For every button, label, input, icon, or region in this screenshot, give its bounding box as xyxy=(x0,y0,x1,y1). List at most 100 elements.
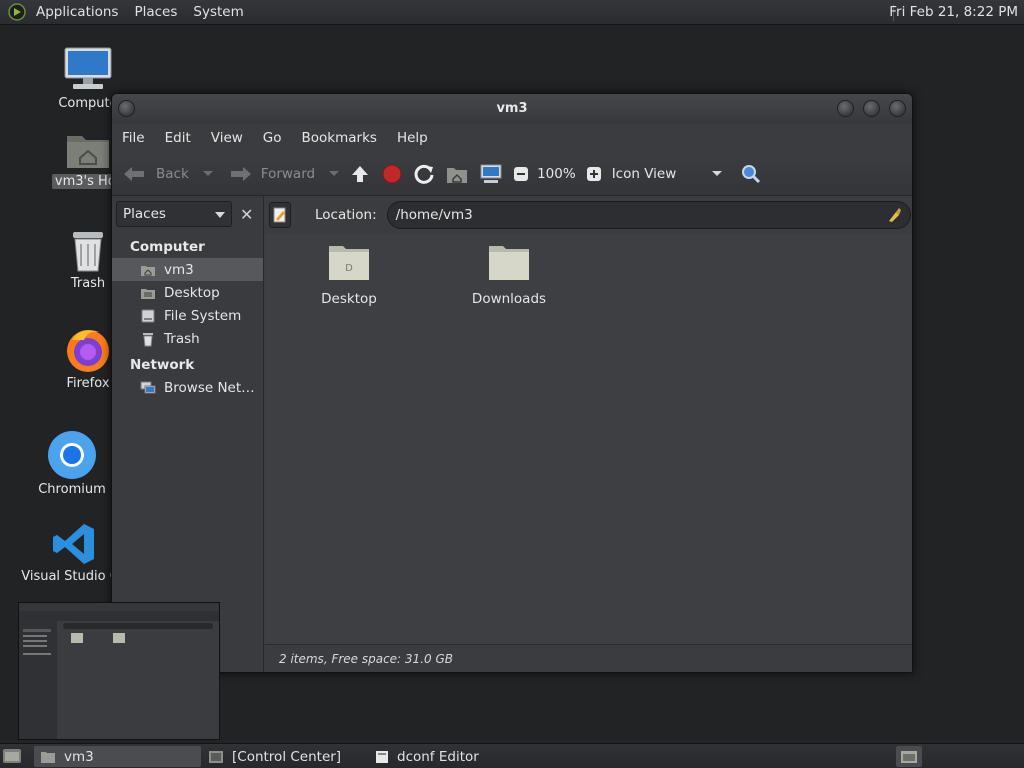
sidebar-close-icon[interactable]: ✕ xyxy=(240,205,253,224)
menu-file[interactable]: File xyxy=(112,130,155,146)
location-toggle-button[interactable] xyxy=(269,202,291,228)
file-item-desktop[interactable]: D Desktop xyxy=(299,240,399,307)
control-center-icon xyxy=(209,750,223,763)
menubar: File Edit View Go Bookmarks Help xyxy=(112,124,912,152)
file-item-label: Desktop xyxy=(321,291,377,307)
sidebar-item-label: Browse Net… xyxy=(164,379,255,396)
reload-button[interactable] xyxy=(413,163,435,185)
forward-button[interactable]: Forward xyxy=(227,164,340,184)
task-vm3[interactable]: vm3 xyxy=(34,746,201,767)
trash-icon xyxy=(73,232,103,272)
window-menu-button[interactable] xyxy=(118,100,135,117)
zoom-level: 100% xyxy=(537,165,576,182)
svg-text:D: D xyxy=(345,263,353,274)
task-label: dconf Editor xyxy=(397,748,479,765)
firefox-icon xyxy=(67,330,109,372)
sidebar-pane-label: Places xyxy=(123,206,166,222)
distro-logo-icon[interactable] xyxy=(8,3,26,21)
view-mode-caret xyxy=(712,171,723,176)
search-icon xyxy=(742,164,761,183)
back-arrow-icon xyxy=(124,166,144,181)
sidebar-item-label: File System xyxy=(164,307,242,324)
chevron-down-icon xyxy=(215,212,225,218)
sidebar-item-label: Trash xyxy=(164,330,200,347)
sidebar-item-trash[interactable]: Trash xyxy=(112,327,263,350)
menu-view[interactable]: View xyxy=(201,130,253,146)
menu-applications[interactable]: Applications xyxy=(28,0,126,25)
toolbar: Back Forward 100% Icon View xyxy=(112,152,912,196)
location-input[interactable]: /home/vm3 xyxy=(386,201,911,229)
show-desktop-button[interactable] xyxy=(2,747,22,768)
back-button[interactable]: Back xyxy=(122,164,213,184)
back-label: Back xyxy=(156,165,189,182)
menu-help[interactable]: Help xyxy=(387,130,438,146)
maximize-button[interactable] xyxy=(863,100,880,117)
file-view[interactable]: D Desktop Downloads xyxy=(265,236,912,644)
file-item-downloads[interactable]: Downloads xyxy=(459,240,559,307)
location-value: /home/vm3 xyxy=(395,207,473,223)
sidebar-item-filesystem[interactable]: File System xyxy=(112,304,263,327)
computer-icon xyxy=(64,47,112,89)
home-folder-icon xyxy=(41,751,55,763)
edit-location-icon xyxy=(273,207,286,223)
zoom-in-icon xyxy=(586,166,601,181)
view-mode-label: Icon View xyxy=(611,165,677,182)
zoom-out-icon xyxy=(514,166,529,181)
dconf-editor-icon xyxy=(376,750,388,763)
file-manager-window[interactable]: vm3 File Edit View Go Bookmarks Help Bac… xyxy=(111,93,913,673)
sidebar-item-vm3[interactable]: vm3 xyxy=(112,258,263,281)
file-item-label: Downloads xyxy=(471,291,547,307)
computer-icon xyxy=(480,164,502,183)
back-history-caret[interactable] xyxy=(202,171,213,176)
sidebar-item-label: Desktop xyxy=(164,284,220,301)
folder-desktop-icon: D xyxy=(329,246,369,280)
menu-edit[interactable]: Edit xyxy=(155,130,201,146)
menu-places[interactable]: Places xyxy=(126,0,185,25)
trash-icon xyxy=(143,332,153,346)
desktop-icon-label: Chromium xyxy=(38,482,106,497)
close-button[interactable] xyxy=(889,100,906,117)
desktop-icon-label: Compute xyxy=(58,96,118,111)
menu-bookmarks[interactable]: Bookmarks xyxy=(292,130,387,146)
forward-label: Forward xyxy=(260,165,316,182)
window-preview-thumbnail[interactable] xyxy=(18,602,220,740)
forward-history-caret[interactable] xyxy=(329,171,340,176)
window-title: vm3 xyxy=(496,101,528,116)
workspace-icon xyxy=(901,750,917,763)
location-bar: Location: /home/vm3 xyxy=(265,196,912,234)
home-folder-icon xyxy=(67,136,109,168)
home-button[interactable] xyxy=(445,163,469,185)
sidebar-item-desktop[interactable]: Desktop xyxy=(112,281,263,304)
forward-arrow-icon xyxy=(230,166,251,181)
top-panel: Applications Places System Fri Feb 21, 8… xyxy=(0,0,1024,25)
sidebar-item-browse-network[interactable]: Browse Net… xyxy=(112,376,263,399)
sidebar-section-network: Network xyxy=(130,357,195,373)
sidebar-pane-select[interactable]: Places xyxy=(116,201,232,227)
menu-system[interactable]: System xyxy=(185,0,251,25)
clear-location-icon[interactable] xyxy=(886,207,902,223)
view-mode-select[interactable]: Icon View xyxy=(612,166,723,182)
desktop-icon-label: Firefox xyxy=(66,376,110,391)
desktop-icon-label: Trash xyxy=(70,276,106,291)
minimize-button[interactable] xyxy=(837,100,854,117)
up-button[interactable] xyxy=(349,163,371,185)
show-desktop-icon xyxy=(3,749,21,763)
workspace-switcher[interactable] xyxy=(896,746,922,767)
computer-button[interactable] xyxy=(479,163,503,185)
search-button[interactable] xyxy=(740,163,762,185)
task-dconf-editor[interactable]: dconf Editor xyxy=(369,746,535,767)
clock[interactable]: Fri Feb 21, 8:22 PM xyxy=(889,0,1018,25)
chromium-icon xyxy=(48,431,96,479)
stop-button[interactable] xyxy=(381,163,403,185)
task-label: [Control Center] xyxy=(232,748,342,765)
network-icon xyxy=(140,381,156,393)
zoom-out-button[interactable]: 100% xyxy=(513,166,576,182)
location-label: Location: xyxy=(315,207,377,223)
zoom-in-button[interactable] xyxy=(586,166,602,182)
stop-icon xyxy=(382,164,402,183)
menu-go[interactable]: Go xyxy=(253,130,292,146)
drive-icon xyxy=(141,309,155,322)
sidebar: Places ✕ Computer vm3 Desktop File Syste… xyxy=(112,196,264,672)
task-control-center[interactable]: [Control Center] xyxy=(202,746,368,767)
titlebar[interactable]: vm3 xyxy=(112,94,912,124)
